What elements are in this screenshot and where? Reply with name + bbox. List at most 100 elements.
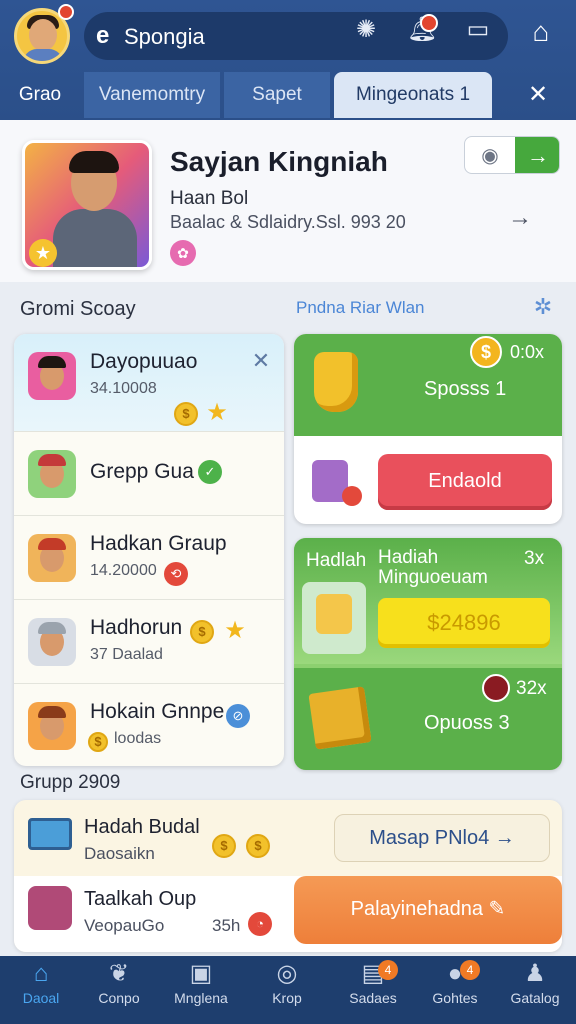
bug-icon[interactable]: ✺ (350, 14, 382, 46)
list-item-sub: 34.10008 (90, 380, 157, 397)
avatar-hair (38, 356, 66, 368)
top-bar: e Spongia ✺ 🔔︎ ▭ ⌂ Grao Vanemomtry Sapet… (0, 0, 576, 120)
list-item[interactable]: Hadhorun 37 Daalad $ ★ (14, 600, 284, 684)
reward-title-b: Hadiah Minguoeuam (378, 547, 488, 588)
section-title: Gromi Scoay (20, 298, 136, 320)
nav-label: Krop (272, 990, 302, 1006)
list-item[interactable]: Hokain Gnnpe loodas $ ⊘ (14, 684, 284, 766)
monitor-icon: ▣ (189, 960, 213, 987)
timer-icon: ◔ (248, 912, 272, 936)
avatar-face (29, 19, 57, 51)
star-badge-icon: ★ (29, 239, 57, 267)
palayinehadna-button-label: Palayinehadna (350, 898, 483, 920)
endaold-button[interactable]: Endaold (378, 454, 552, 510)
avatar-shirt (23, 49, 63, 61)
list-item[interactable]: Grepp Gua ✓ (14, 432, 284, 516)
tools-icon[interactable]: ✕ (520, 80, 556, 110)
reward-card-2[interactable]: Hadlah Hadiah Minguoeuam 3x $24896 32x O… (294, 538, 562, 770)
avatar (28, 450, 76, 498)
nav-label: Mnglena (174, 990, 228, 1006)
list-item-sub: 37 Daalad (90, 646, 163, 663)
nav-gohtes[interactable]: ● Gohtes 4 (414, 956, 496, 1024)
reward-title-a: Hadlah (306, 550, 367, 571)
user-icon: ♟ (524, 960, 546, 987)
bottom-nav: ⌂ Daoal ❦ Conpo ▣ Mnglena ◎ Krop ▤ Sadae… (0, 956, 576, 1024)
avatar (28, 618, 76, 666)
coin-icon: $ (174, 402, 198, 426)
avatar-hair (38, 706, 66, 718)
search-bar[interactable]: e Spongia (84, 12, 508, 60)
reward-multiplier: 0:0x (510, 342, 545, 362)
compass-icon: ⊘ (226, 704, 250, 728)
home-icon: ⌂ (33, 960, 49, 987)
app-logo-icon: e (96, 22, 110, 49)
camera-icon[interactable]: ◉ (465, 137, 515, 173)
profile-name: Sayjan Kingniah (170, 146, 388, 177)
profile-subtitle: Haan Bol (170, 188, 249, 209)
avatar (28, 702, 76, 750)
avatar-hair (38, 538, 66, 550)
group-row[interactable]: Taalkah Oup VeopauGo 35h ◔ Palayinehadna… (14, 876, 562, 952)
home-icon[interactable]: ⌂ (524, 16, 558, 48)
reward-card-1[interactable]: $ 0:0x Sposss 1 Endaold (294, 334, 562, 524)
nav-conpo[interactable]: ❦ Conpo (78, 956, 160, 1024)
star-icon: ★ (206, 399, 228, 426)
tab-grao[interactable]: Grao (0, 72, 80, 118)
chat-icon: ● (447, 960, 463, 987)
tab-sapet[interactable]: Sapet (224, 72, 330, 118)
profile-details: Baalac & Sdlaidry.Ssl. 993 20 (170, 212, 406, 232)
group-row-count: 35h (212, 916, 241, 935)
tab-mingeonats[interactable]: Mingeonats 1 (334, 72, 492, 118)
profile-photo-hair (69, 151, 119, 173)
tab-bar: Grao Vanemomtry Sapet Mingeonats 1 ✕ (0, 72, 576, 118)
machine-badge (342, 486, 362, 506)
trophy-icon (314, 352, 358, 412)
clock-icon: ⟲ (164, 562, 188, 586)
nav-badge: 4 (460, 960, 480, 980)
group-section-title: Grupp 2909 (20, 772, 121, 793)
list-item-name: Hadhorun (90, 616, 183, 639)
bell-badge (420, 14, 438, 32)
avatar (28, 352, 76, 400)
arrow-right-icon[interactable]: → (515, 137, 559, 173)
masap-button[interactable]: Masap PNlo4 → (334, 814, 550, 862)
group-panel: Hadah Budal Daosaikn $ $ Masap PNlo4 → T… (14, 800, 562, 952)
profile-chevron-icon[interactable]: → (508, 204, 532, 232)
profile-badge-icon: ✿ (170, 240, 196, 266)
price-button[interactable]: $24896 (378, 598, 550, 648)
nav-krop[interactable]: ◎ Krop (246, 956, 328, 1024)
coin-icon: $ (190, 620, 214, 644)
avatar-notification-dot (58, 4, 74, 20)
close-icon[interactable]: ✕ (248, 348, 274, 374)
hammer-icon (316, 594, 352, 634)
share-icon[interactable]: ✲ (528, 292, 558, 322)
list-item-sub: 14.20000 (90, 562, 157, 579)
reward-card-3[interactable]: 32x Opuoss 3 (294, 668, 562, 770)
group-row-sub: Daosaikn (84, 844, 155, 863)
list-item-name: Dayopuuao (90, 350, 198, 373)
nav-label: Sadaes (349, 990, 397, 1006)
tab-vanemomtry[interactable]: Vanemomtry (84, 72, 220, 118)
search-icon: ◎ (276, 960, 298, 987)
list-item-name: Hadkan Graup (90, 532, 227, 555)
star-icon: ★ (224, 617, 246, 644)
palayinehadna-button[interactable]: Palayinehadna ✎ (294, 876, 562, 944)
profile-toggle[interactable]: ◉ → (464, 136, 560, 174)
reward-multiplier: 3x (524, 548, 545, 569)
list-item-name: Grepp Gua (90, 460, 194, 483)
coin-icon: $ (246, 834, 270, 858)
section-link[interactable]: Pndna Riar Wlan (296, 298, 425, 318)
people-icon: ❦ (108, 960, 130, 987)
list-item[interactable]: Dayopuuao 34.10008 $ ★ ✕ (14, 334, 284, 432)
treasure-box-icon (308, 686, 372, 750)
coin-icon: $ (470, 336, 502, 368)
message-icon[interactable]: ▭ (462, 14, 494, 46)
nav-gatalog[interactable]: ♟ Gatalog (494, 956, 576, 1024)
coin-icon: $ (88, 732, 108, 752)
nav-mnglena[interactable]: ▣ Mnglena (160, 956, 242, 1024)
nav-label: Daoal (22, 990, 60, 1006)
nav-daoal[interactable]: ⌂ Daoal (0, 956, 82, 1024)
profile-photo[interactable]: ★ (22, 140, 152, 270)
list-item[interactable]: Hadkan Graup 14.20000 ⟲ (14, 516, 284, 600)
nav-sadaes[interactable]: ▤ Sadaes 4 (332, 956, 414, 1024)
